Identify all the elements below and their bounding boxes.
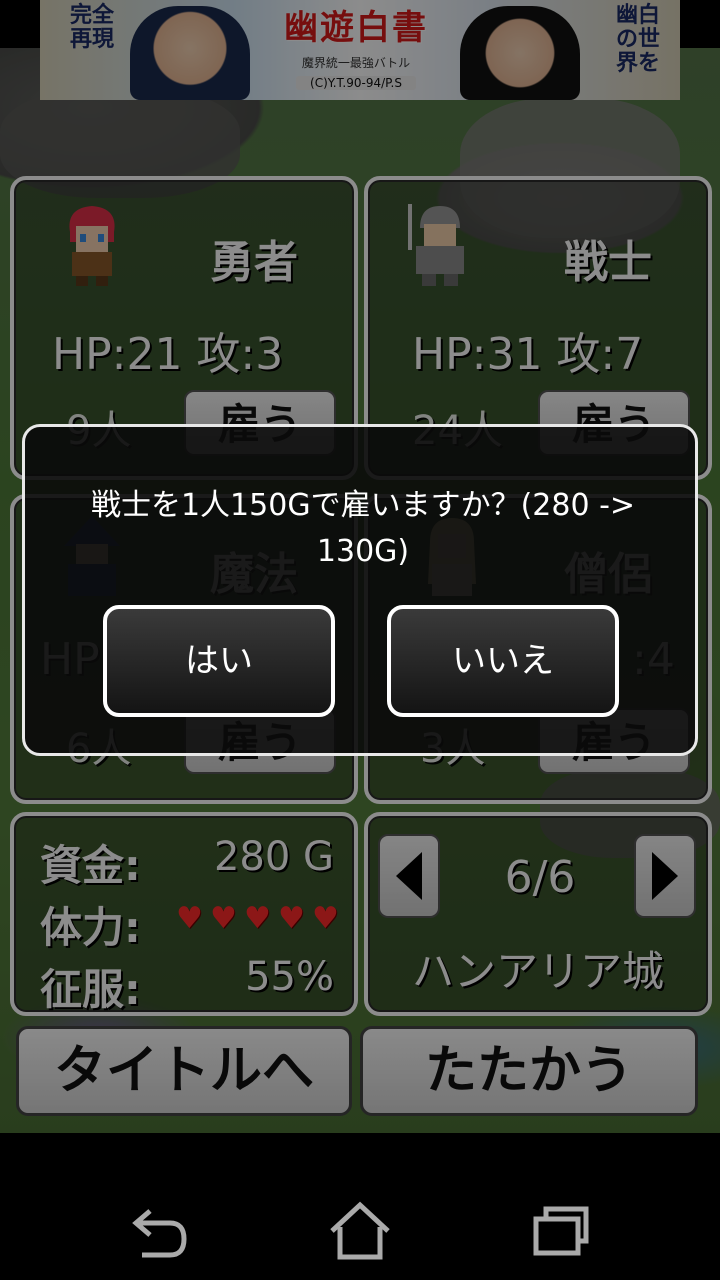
back-icon[interactable] (120, 1193, 200, 1273)
system-navigation-bar (0, 1133, 720, 1280)
dialog-no-button[interactable]: いいえ (387, 605, 619, 717)
recent-apps-icon[interactable] (520, 1193, 600, 1273)
game-screen: 完全再現 幽遊白書 魔界統一最強バトル (C)Y.T.90-94/P.S 幽白の… (0, 0, 720, 1280)
dialog-message: 戦士を1人150Gで雇いますか？(280 -> 130G) (90, 488, 636, 569)
home-icon[interactable] (320, 1193, 400, 1273)
dialog-yes-button[interactable]: はい (103, 605, 335, 717)
hire-confirm-dialog: 戦士を1人150Gで雇いますか？(280 -> 130G) はい いいえ (22, 424, 698, 756)
